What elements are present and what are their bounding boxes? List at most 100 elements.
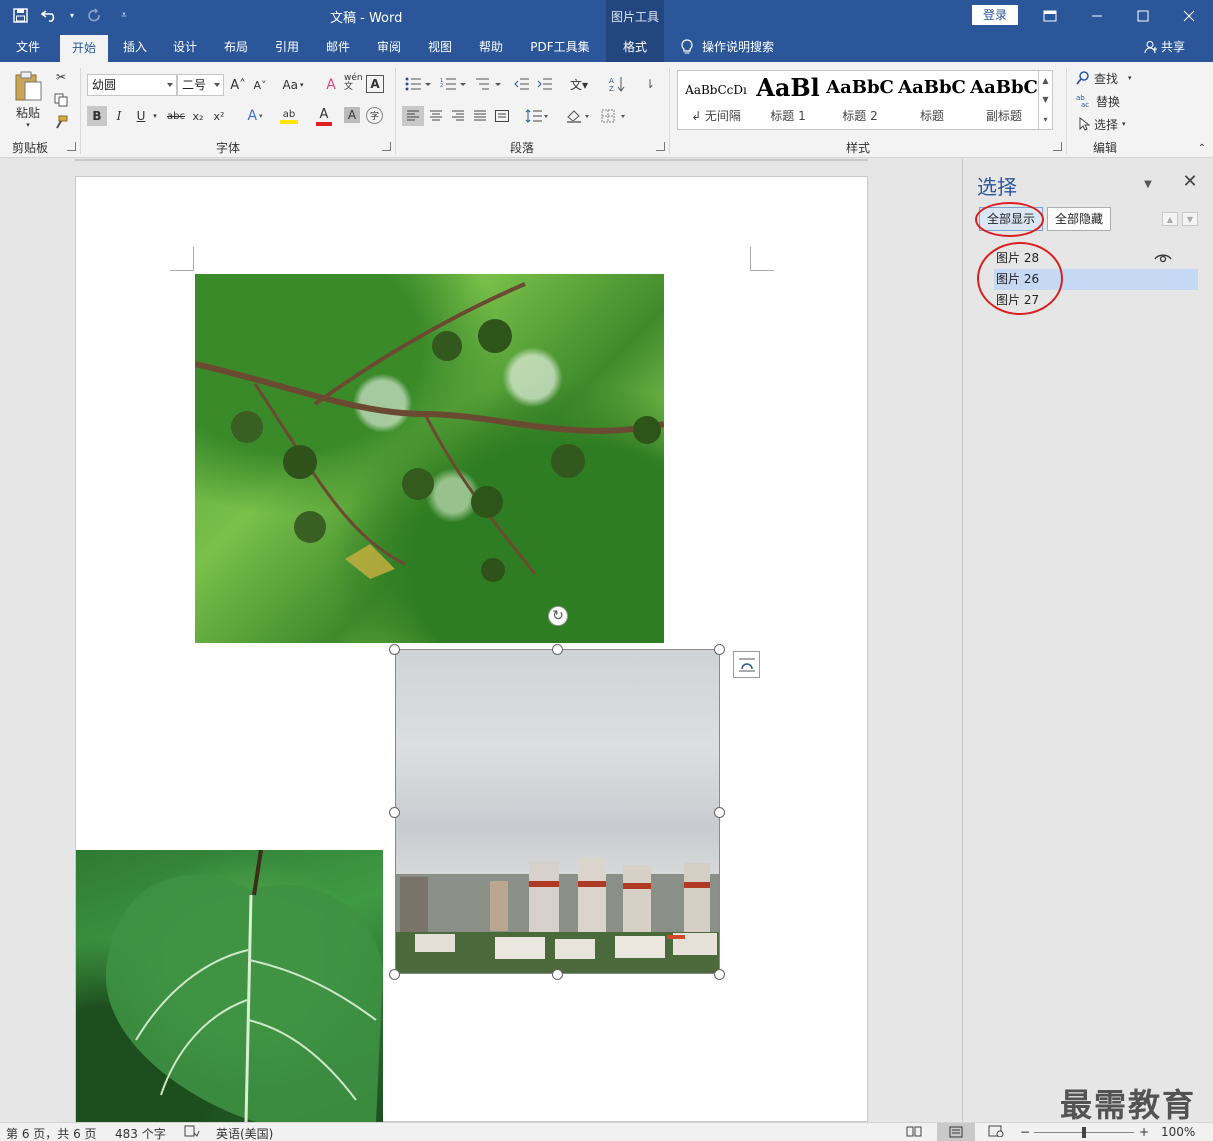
rotate-handle-icon[interactable]: ↻ [548, 606, 568, 626]
proofing-icon[interactable] [184, 1125, 200, 1140]
print-layout-icon[interactable] [937, 1123, 975, 1141]
tab-home[interactable]: 开始 [60, 35, 108, 62]
copy-icon[interactable] [52, 91, 70, 109]
resize-handle-top-left[interactable] [389, 644, 400, 655]
shrink-font-icon[interactable]: A˅ [250, 76, 270, 94]
word-count[interactable]: 483 个字 [115, 1125, 166, 1141]
show-marks-icon[interactable]: ⇂ [640, 74, 660, 94]
style-title[interactable]: AaBbC 标题 [896, 71, 968, 129]
login-button[interactable]: 登录 [972, 5, 1018, 25]
font-color-button[interactable]: A [308, 106, 340, 126]
tab-review[interactable]: 审阅 [366, 32, 412, 62]
shading-icon[interactable] [562, 106, 594, 126]
close-icon[interactable]: ✕ [1181, 171, 1199, 192]
bold-button[interactable]: B [87, 106, 107, 126]
tab-design[interactable]: 设计 [162, 32, 208, 62]
underline-dropdown-icon[interactable]: ▾ [150, 106, 160, 126]
language-indicator[interactable]: 英语(美国) [216, 1125, 273, 1141]
character-shading-icon[interactable]: A [344, 107, 360, 123]
ribbon-display-options-icon[interactable] [1027, 0, 1073, 32]
style-no-spacing[interactable]: AaBbCcDı ↲ 无间隔 [680, 71, 752, 129]
resize-handle-bottom-right[interactable] [714, 969, 725, 980]
format-painter-icon[interactable] [52, 113, 70, 131]
share-button[interactable]: 共享 [1144, 32, 1185, 62]
find-button[interactable]: 查找 ▾ [1076, 68, 1132, 88]
send-backward-icon[interactable]: ▼ [1182, 212, 1198, 226]
sort-icon[interactable]: AZ [606, 74, 628, 94]
strikethrough-button[interactable]: abc [164, 106, 188, 126]
distributed-icon[interactable] [491, 106, 513, 126]
resize-handle-top-right[interactable] [714, 644, 725, 655]
resize-handle-bottom-left[interactable] [389, 969, 400, 980]
tab-format[interactable]: 格式 [606, 32, 664, 62]
undo-icon[interactable] [38, 4, 62, 26]
tab-file[interactable]: 文件 [0, 32, 56, 62]
font-name-select[interactable]: 幼圆 [87, 74, 177, 96]
align-left-icon[interactable] [402, 106, 424, 126]
borders-icon[interactable] [598, 106, 630, 126]
styles-scroll-up-icon[interactable]: ▲ [1038, 71, 1052, 90]
tab-mailings[interactable]: 邮件 [315, 32, 361, 62]
bring-forward-icon[interactable]: ▲ [1162, 212, 1178, 226]
save-icon[interactable] [8, 4, 32, 26]
style-heading-2[interactable]: AaBbC 标题 2 [824, 71, 896, 129]
close-window-icon[interactable] [1166, 0, 1212, 32]
grow-font-icon[interactable]: A˄ [228, 76, 248, 94]
align-center-icon[interactable] [425, 106, 447, 126]
font-size-select[interactable]: 二号 [177, 74, 224, 96]
text-effects-button[interactable]: A ▾ [240, 106, 270, 126]
paragraph-launcher-icon[interactable] [656, 142, 665, 151]
subscript-button[interactable]: x₂ [189, 106, 207, 126]
enclose-characters-icon[interactable]: 字 [366, 107, 383, 124]
layout-options-icon[interactable] [733, 651, 760, 678]
tell-me-search[interactable]: 操作说明搜索 [680, 32, 774, 62]
styles-scroll-down-icon[interactable]: ▼ [1038, 90, 1052, 109]
tab-insert[interactable]: 插入 [112, 32, 158, 62]
resize-handle-bottom[interactable] [552, 969, 563, 980]
highlight-button[interactable]: ab [272, 106, 306, 126]
decrease-indent-icon[interactable] [512, 74, 532, 94]
zoom-in-icon[interactable]: + [1139, 1125, 1149, 1139]
chinese-layout-icon[interactable]: 文▾ [564, 74, 594, 94]
bullets-icon[interactable] [402, 74, 434, 94]
clear-formatting-icon[interactable]: A [320, 76, 342, 94]
tab-pdf-tools[interactable]: PDF工具集 [522, 32, 598, 62]
increase-indent-icon[interactable] [535, 74, 555, 94]
resize-handle-right[interactable] [714, 807, 725, 818]
styles-launcher-icon[interactable] [1053, 142, 1062, 151]
read-mode-icon[interactable] [906, 1125, 922, 1140]
line-spacing-icon[interactable] [522, 106, 552, 126]
tab-view[interactable]: 视图 [417, 32, 463, 62]
picture-27-green-leaf[interactable] [76, 850, 383, 1122]
font-launcher-icon[interactable] [382, 142, 391, 151]
multilevel-list-icon[interactable] [472, 74, 504, 94]
show-all-button[interactable]: 全部显示 [979, 207, 1043, 231]
italic-button[interactable]: I [110, 106, 128, 126]
replace-button[interactable]: ab ac 替换 [1076, 91, 1120, 111]
tab-layout[interactable]: 布局 [213, 32, 259, 62]
align-right-icon[interactable] [447, 106, 469, 126]
zoom-out-icon[interactable]: − [1020, 1125, 1030, 1139]
character-border-icon[interactable]: A [366, 75, 384, 93]
styles-more-icon[interactable]: ▾ [1038, 109, 1052, 129]
collapse-ribbon-icon[interactable]: ⌃ [1196, 142, 1208, 154]
hide-all-button[interactable]: 全部隐藏 [1047, 207, 1111, 231]
resize-handle-left[interactable] [389, 807, 400, 818]
cut-icon[interactable]: ✂ [52, 68, 70, 86]
zoom-level[interactable]: 100% [1161, 1125, 1195, 1139]
justify-icon[interactable] [469, 106, 491, 126]
undo-dropdown-icon[interactable]: ▾ [68, 4, 76, 26]
shape-list-item[interactable]: 图片 27 [994, 290, 1198, 311]
tab-references[interactable]: 引用 [264, 32, 310, 62]
minimize-icon[interactable] [1074, 0, 1120, 32]
web-layout-icon[interactable] [988, 1125, 1004, 1140]
eye-icon[interactable] [1153, 250, 1173, 264]
style-subtitle[interactable]: AaBbC 副标题 [968, 71, 1040, 129]
shape-list-item-selected[interactable]: 图片 26 [994, 269, 1198, 290]
zoom-slider-thumb[interactable] [1082, 1127, 1086, 1138]
paste-button[interactable]: 粘贴 ▾ [12, 68, 44, 130]
customize-qat-icon[interactable]: ⩡ [112, 4, 136, 26]
style-heading-1[interactable]: AaBl 标题 1 [752, 71, 824, 129]
clipboard-launcher-icon[interactable] [67, 142, 76, 151]
redo-icon[interactable] [82, 4, 106, 26]
